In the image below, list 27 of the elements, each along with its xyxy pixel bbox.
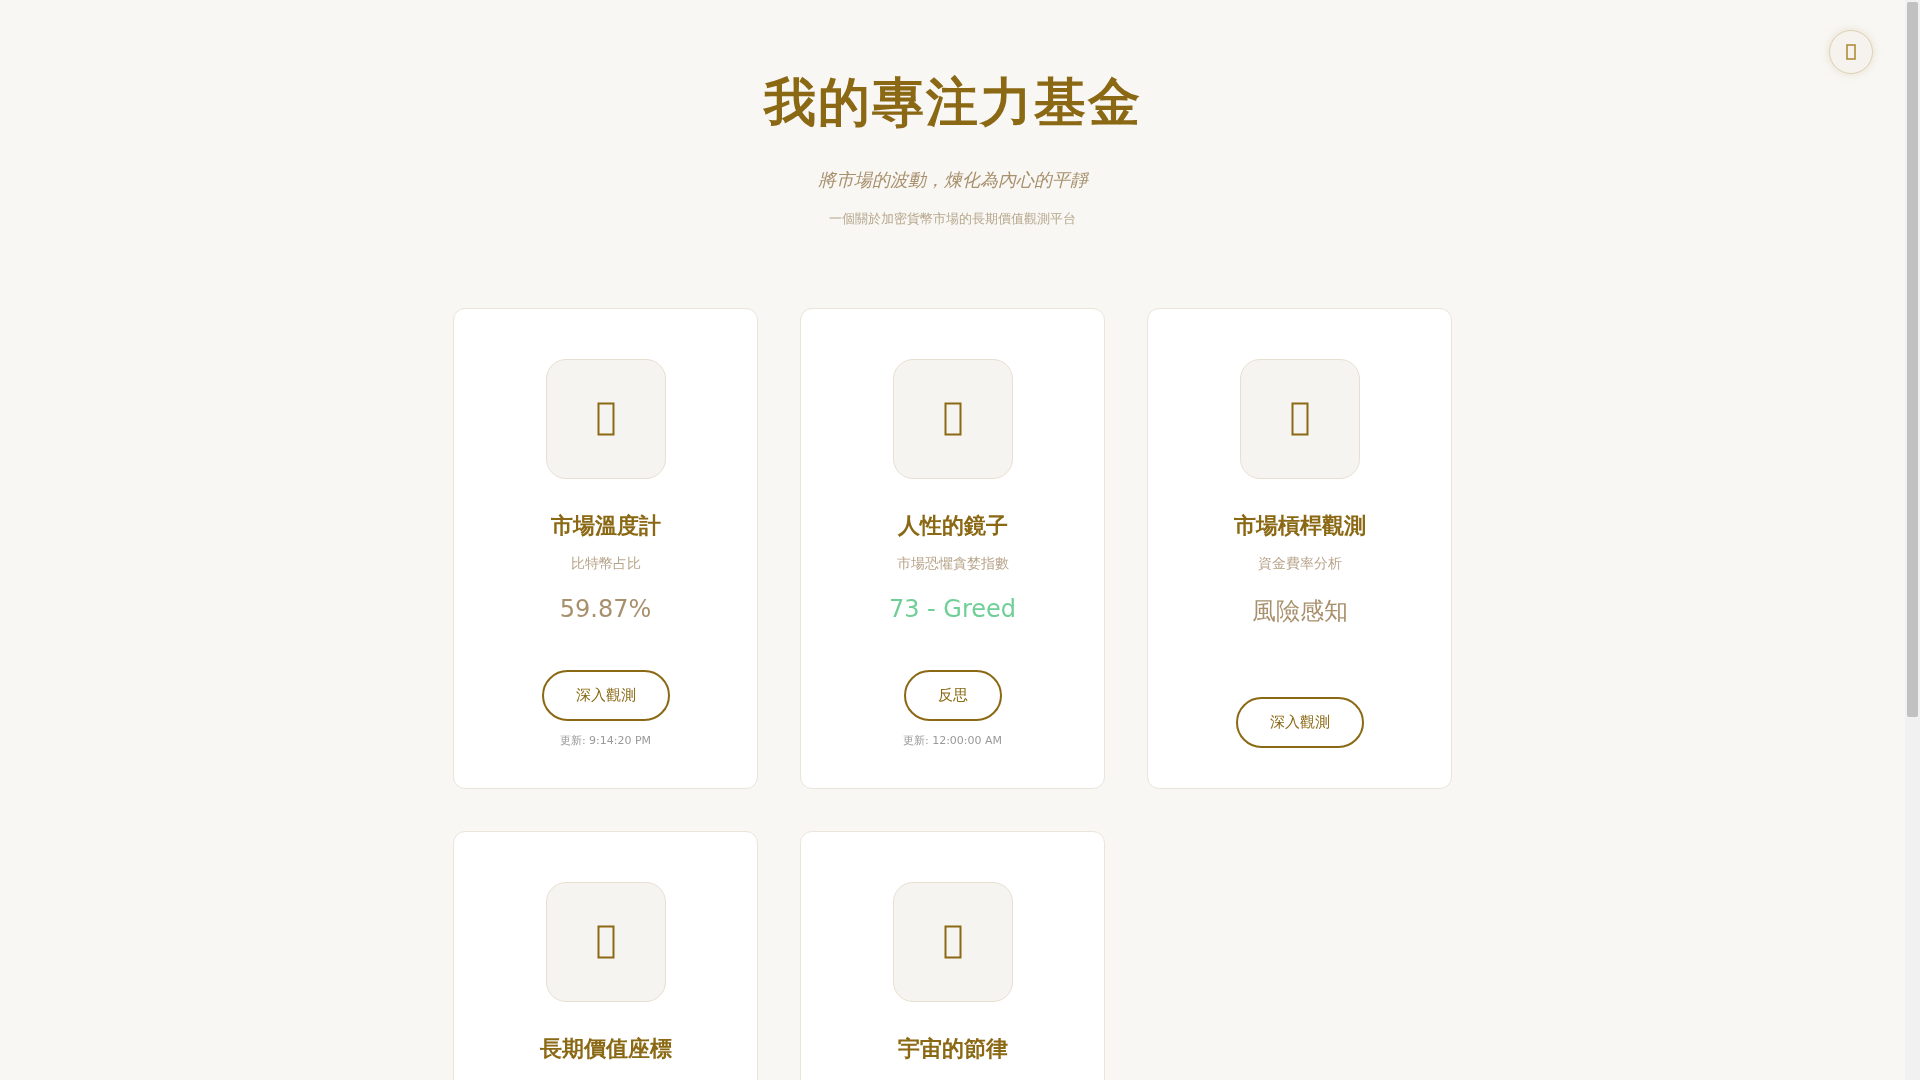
card-title: 人性的鏡子 — [897, 511, 1008, 540]
card-title: 市場溫度計 — [550, 511, 661, 540]
scrollbar[interactable] — [1905, 0, 1920, 1080]
action-button[interactable]: 深入觀測 — [541, 670, 670, 721]
missing-glyph-icon — [943, 402, 962, 436]
missing-glyph-icon — [596, 402, 615, 436]
card-subtitle: 比特幣占比 — [570, 555, 641, 573]
missing-glyph-icon — [1290, 402, 1309, 436]
card-title: 宇宙的節律 — [897, 1034, 1008, 1063]
metric-value: 風險感知 — [1251, 596, 1348, 627]
card-subtitle: 市場恐懼貪婪指數 — [896, 555, 1009, 573]
missing-glyph-icon — [596, 925, 615, 959]
page-title: 我的專注力基金 — [762, 70, 1143, 134]
tagline: 將市場的波動，煉化為內心的平靜 — [816, 168, 1090, 192]
missing-glyph-icon — [943, 925, 962, 959]
card-title: 市場槓桿觀測 — [1233, 511, 1366, 540]
action-button[interactable]: 深入觀測 — [1235, 697, 1364, 748]
metric-value: 73 - Greed — [888, 595, 1017, 623]
card-subtitle: 資金費率分析 — [1257, 555, 1342, 573]
action-button[interactable]: 反思 — [903, 670, 1002, 721]
updated-time: 更新: 12:00:00 AM — [902, 733, 1003, 748]
updated-time: 更新: 9:14:20 PM — [559, 733, 652, 748]
missing-glyph-icon — [1846, 44, 1856, 60]
theme-toggle-button[interactable] — [1829, 30, 1873, 74]
metric-value: 59.87% — [559, 595, 652, 623]
description: 一個關於加密貨幣市場的長期價值觀測平台 — [828, 210, 1077, 228]
card-title: 長期價值座標 — [539, 1034, 672, 1063]
